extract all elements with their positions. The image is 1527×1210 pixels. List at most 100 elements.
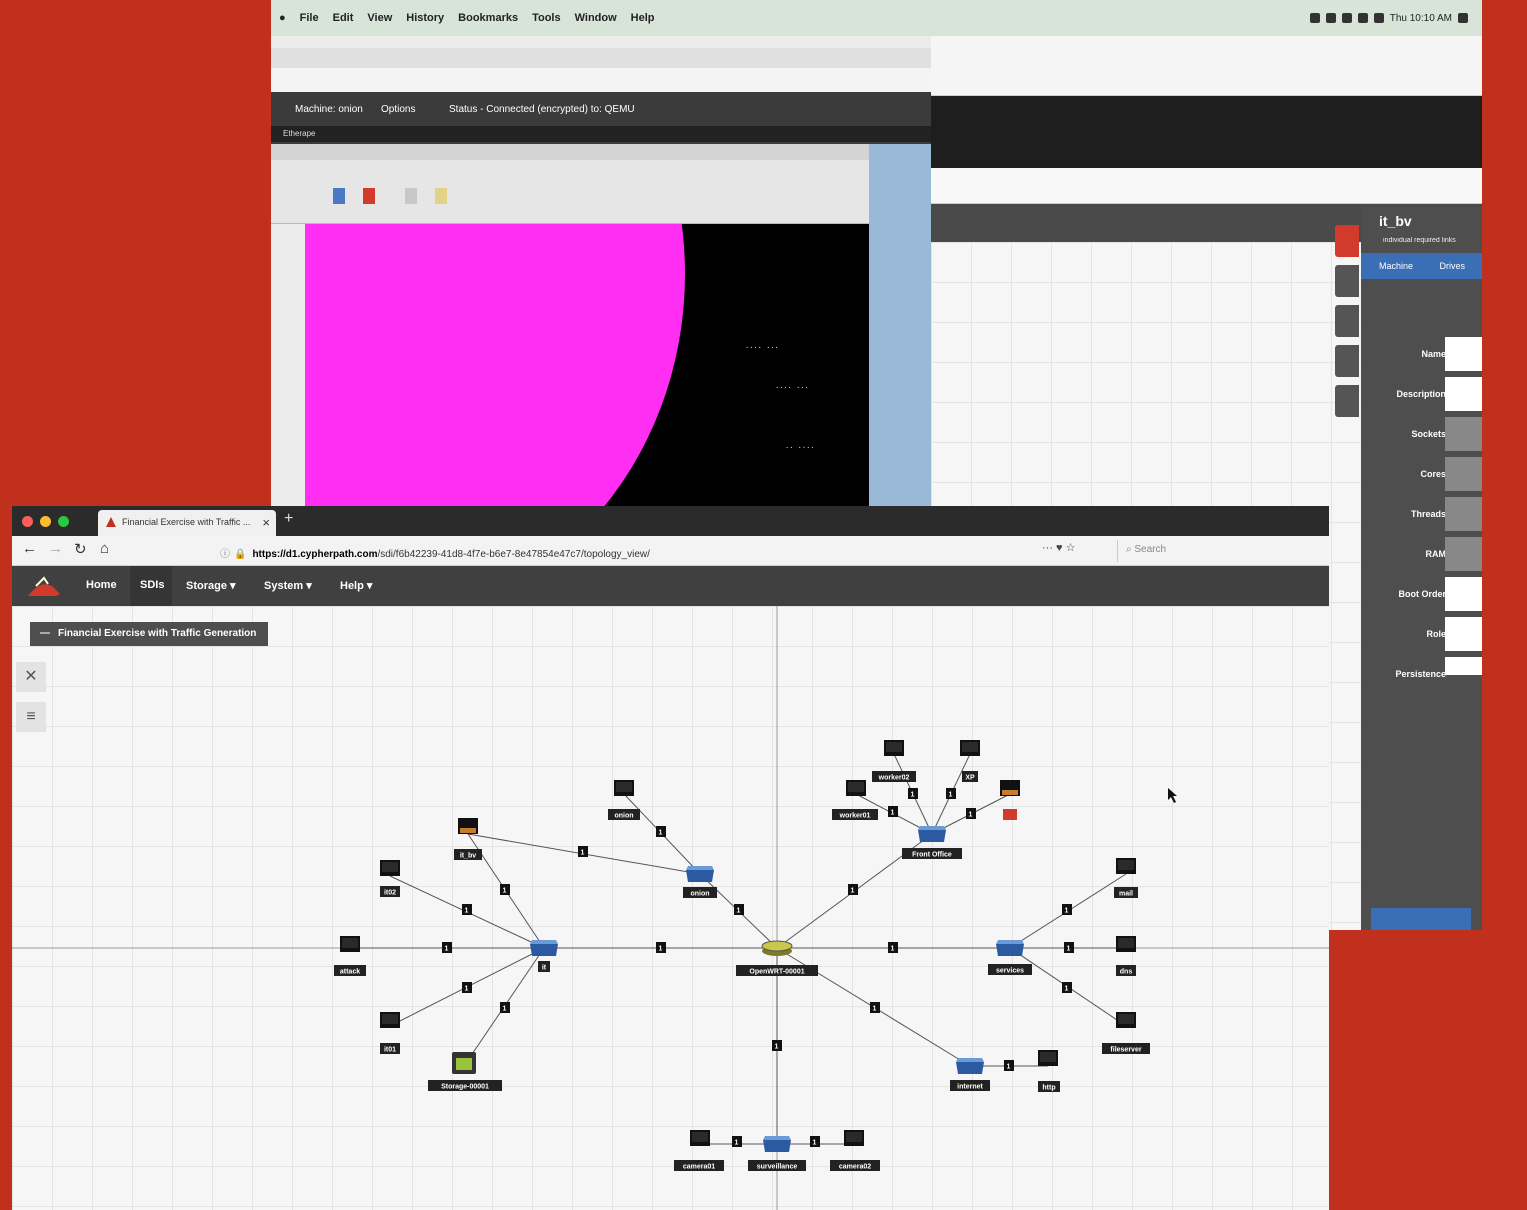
host-node[interactable]: camera01	[674, 1130, 724, 1171]
switch-node[interactable]: it	[530, 940, 558, 972]
field-cores: Cores	[1361, 457, 1482, 493]
nav-storage[interactable]: Storage ▾	[186, 566, 236, 606]
stop-icon[interactable]	[363, 188, 375, 204]
menu-tools[interactable]: Tools	[532, 12, 561, 24]
search-input[interactable]: ⌕ Search	[1117, 540, 1329, 562]
tab-machine[interactable]: Machine	[1361, 253, 1422, 279]
pause-icon[interactable]	[435, 188, 447, 204]
host-node[interactable]: mail	[1114, 858, 1138, 898]
delete-icon[interactable]	[1335, 225, 1359, 257]
nav-home[interactable]: Home	[72, 566, 124, 606]
host-node[interactable]	[1000, 780, 1020, 820]
nav-help[interactable]: Help ▾	[340, 566, 372, 606]
ram-input[interactable]	[1445, 537, 1482, 571]
menu-view[interactable]: View	[367, 12, 392, 24]
back-bookmarks-bar	[931, 96, 1482, 168]
panel-save-button[interactable]	[1371, 908, 1471, 930]
field-persistence: Persistence	[1361, 657, 1482, 693]
link-label: 1	[578, 846, 588, 857]
svg-text:it01: it01	[384, 1047, 396, 1054]
back-url-bar	[931, 168, 1482, 204]
role-input[interactable]	[1445, 617, 1482, 651]
menu-help[interactable]: Help	[631, 12, 655, 24]
link-label: 1	[908, 788, 918, 799]
back-window-title	[271, 48, 931, 68]
vnc-machine: Machine: onion	[295, 104, 363, 115]
switch-node[interactable]: onion	[683, 866, 717, 898]
menu-edit[interactable]: Edit	[333, 12, 354, 24]
host-node[interactable]: XP	[960, 740, 980, 782]
forward-icon[interactable]: →	[48, 540, 63, 557]
svg-text:1: 1	[581, 850, 585, 857]
topology-canvas[interactable]: Financial Exercise with Traffic Generati…	[12, 606, 1329, 1210]
field-description: Description	[1361, 377, 1482, 413]
switch-node[interactable]: Front Office	[902, 826, 962, 859]
name-input[interactable]	[1445, 337, 1482, 371]
host-node[interactable]: worker01	[832, 780, 878, 820]
menu-bookmarks[interactable]: Bookmarks	[458, 12, 518, 24]
field-name: Name	[1361, 337, 1482, 373]
host-node[interactable]: onion	[608, 780, 640, 820]
link-label: 1	[888, 806, 898, 817]
back-icon[interactable]: ←	[22, 540, 37, 557]
storage-node[interactable]: Storage-00001	[428, 1052, 502, 1091]
browser-tab[interactable]: Financial Exercise with Traffic ... ×	[98, 510, 276, 536]
host-node[interactable]: attack	[334, 936, 366, 976]
svg-text:1: 1	[1067, 946, 1071, 953]
close-window-icon[interactable]	[22, 516, 33, 527]
svg-text:attack: attack	[340, 969, 360, 976]
host-node[interactable]: camera02	[830, 1130, 880, 1171]
host-node[interactable]: it02	[380, 860, 400, 897]
minimize-window-icon[interactable]	[40, 516, 51, 527]
clipboard-icon[interactable]	[1335, 305, 1359, 337]
calendar-icon[interactable]	[1335, 345, 1359, 377]
svg-text:onion: onion	[614, 813, 633, 820]
new-tab-icon[interactable]: +	[284, 510, 293, 528]
field-label: Sockets	[1411, 429, 1446, 439]
svg-text:1: 1	[891, 810, 895, 817]
host-node[interactable]: fileserver	[1102, 1012, 1150, 1054]
cores-input[interactable]	[1445, 457, 1482, 491]
svg-text:1: 1	[949, 792, 953, 799]
edit-icon[interactable]	[1335, 385, 1359, 417]
threads-input[interactable]	[1445, 497, 1482, 531]
boot-order-input[interactable]	[1445, 577, 1482, 611]
sockets-input[interactable]	[1445, 417, 1482, 451]
menu-history[interactable]: History	[406, 12, 444, 24]
description-input[interactable]	[1445, 377, 1482, 411]
svg-text:onion: onion	[690, 891, 709, 898]
switch-node[interactable]: internet	[950, 1058, 990, 1091]
svg-text:1: 1	[465, 908, 469, 915]
favicon-icon	[106, 517, 116, 527]
back-machine-properties-panel: it_bv individual required links Machine …	[1361, 207, 1482, 930]
start-icon[interactable]	[333, 188, 345, 204]
menu-file[interactable]: File	[300, 12, 319, 24]
host-node[interactable]: it_bv	[454, 818, 482, 860]
host-node[interactable]: it01	[380, 1012, 400, 1054]
back-left-url	[271, 68, 931, 92]
url-bar[interactable]: ⓘ 🔒 https://d1.cypherpath.com/sdi/f6b42239…	[212, 541, 1107, 561]
nav-system[interactable]: System ▾	[264, 566, 312, 606]
svg-text:1: 1	[851, 888, 855, 895]
host-node[interactable]: dns	[1116, 936, 1136, 976]
reload-icon[interactable]: ↻	[74, 540, 87, 558]
field-sockets: Sockets	[1361, 417, 1482, 453]
svg-text:1: 1	[503, 1006, 507, 1013]
field-label: Description	[1396, 389, 1446, 399]
vnc-options[interactable]: Options	[381, 104, 415, 115]
settings-icon[interactable]	[1335, 265, 1359, 297]
page-actions-icon[interactable]: ··· ♥ ☆	[1042, 541, 1076, 554]
home-icon[interactable]: ⌂	[100, 540, 109, 557]
svg-text:internet: internet	[957, 1084, 983, 1091]
close-tab-icon[interactable]: ×	[262, 515, 270, 530]
persistence-toggle[interactable]	[1445, 657, 1482, 675]
menu-window[interactable]: Window	[575, 12, 617, 24]
host-node[interactable]: http	[1038, 1050, 1060, 1092]
prefs-icon[interactable]	[405, 188, 417, 204]
switch-node[interactable]: services	[988, 940, 1032, 975]
tab-drives[interactable]: Drives	[1422, 253, 1483, 279]
nav-sdis[interactable]: SDIs	[130, 566, 172, 606]
host-node[interactable]: worker02	[872, 740, 916, 782]
zoom-window-icon[interactable]	[58, 516, 69, 527]
status-icon	[1309, 13, 1320, 23]
